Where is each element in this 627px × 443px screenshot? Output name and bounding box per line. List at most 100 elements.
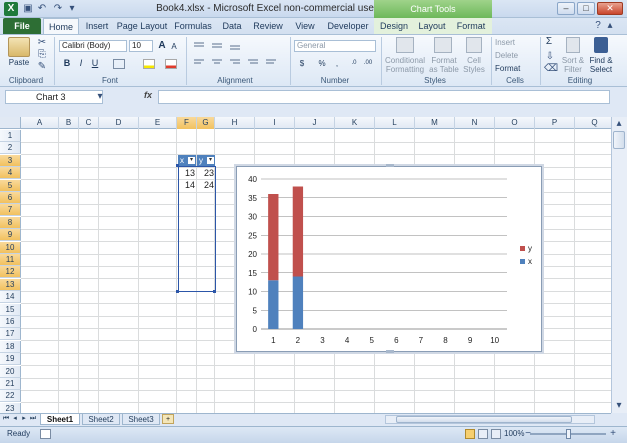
- row-header-1[interactable]: 1: [0, 130, 21, 142]
- table-resize-handle[interactable]: [176, 290, 179, 293]
- sheet-tab-sheet3[interactable]: Sheet3: [122, 414, 160, 425]
- maximize-button[interactable]: □: [577, 2, 595, 15]
- column-header-g[interactable]: G: [197, 117, 215, 129]
- row-header-19[interactable]: 19: [0, 353, 21, 366]
- filter-dropdown-icon[interactable]: ▾: [188, 157, 195, 164]
- close-button[interactable]: ✕: [597, 2, 623, 15]
- italic-button[interactable]: I: [76, 59, 86, 68]
- paste-icon[interactable]: [8, 37, 30, 57]
- table-cell[interactable]: 13: [178, 167, 195, 179]
- table-resize-handle[interactable]: [213, 290, 216, 293]
- minimize-button[interactable]: –: [557, 2, 575, 15]
- row-header-20[interactable]: 20: [0, 365, 21, 378]
- column-header-n[interactable]: N: [455, 117, 495, 129]
- font-color-icon[interactable]: [165, 59, 177, 69]
- column-header-k[interactable]: K: [335, 117, 375, 129]
- column-header-p[interactable]: P: [535, 117, 575, 129]
- find-select-button[interactable]: Find & Select: [588, 56, 614, 74]
- comma-style-button[interactable]: ,: [332, 59, 342, 68]
- table-header-x[interactable]: x ▾: [178, 155, 196, 166]
- normal-view-icon[interactable]: [465, 429, 475, 439]
- redo-icon[interactable]: ↷: [52, 3, 64, 15]
- filter-dropdown-icon[interactable]: ▾: [207, 157, 214, 164]
- sheet-tab-sheet1[interactable]: Sheet1: [40, 414, 80, 425]
- zoom-slider-thumb[interactable]: [566, 429, 571, 439]
- tab-formulas[interactable]: Formulas: [172, 18, 214, 34]
- row-header-3[interactable]: 3: [0, 154, 21, 167]
- format-painter-icon[interactable]: ✎: [36, 61, 48, 73]
- row-header-21[interactable]: 21: [0, 378, 21, 390]
- ribbon-min-icon[interactable]: ▴: [604, 20, 616, 32]
- sort-filter-button[interactable]: Sort & Filter: [560, 56, 586, 74]
- tab-developer[interactable]: Developer: [324, 18, 372, 34]
- tab-insert[interactable]: Insert: [82, 18, 112, 34]
- table-cell[interactable]: 23: [197, 167, 214, 179]
- column-header-l[interactable]: L: [375, 117, 415, 129]
- row-header-8[interactable]: 8: [0, 216, 21, 229]
- scroll-down-icon[interactable]: ▾: [613, 400, 625, 412]
- tab-layout[interactable]: Layout: [416, 18, 448, 34]
- tab-view[interactable]: View: [290, 18, 320, 34]
- decrease-decimal-icon[interactable]: .00: [362, 59, 374, 68]
- insert-cells-button[interactable]: Insert: [495, 38, 535, 47]
- chart-resize-handle[interactable]: [386, 164, 394, 167]
- sort-filter-icon[interactable]: [566, 37, 580, 53]
- macro-record-icon[interactable]: [40, 429, 51, 439]
- last-sheet-icon[interactable]: ⏭: [29, 414, 37, 424]
- tab-design[interactable]: Design: [378, 18, 410, 34]
- column-header-h[interactable]: H: [215, 117, 255, 129]
- sheet-tab-sheet2[interactable]: Sheet2: [82, 414, 120, 425]
- table-cell[interactable]: 14: [178, 179, 195, 191]
- column-header-c[interactable]: C: [79, 117, 99, 129]
- format-as-table-icon[interactable]: [434, 37, 452, 53]
- formula-input[interactable]: [158, 90, 610, 104]
- help-icon[interactable]: ?: [592, 20, 604, 32]
- next-sheet-icon[interactable]: ▸: [20, 414, 28, 424]
- tab-file[interactable]: File: [3, 18, 41, 34]
- underline-button[interactable]: U: [90, 59, 100, 68]
- tab-home[interactable]: Home: [43, 18, 79, 34]
- first-sheet-icon[interactable]: ⏮: [2, 414, 10, 424]
- prev-sheet-icon[interactable]: ◂: [11, 414, 19, 424]
- column-header-m[interactable]: M: [415, 117, 455, 129]
- tab-page-layout[interactable]: Page Layout: [115, 18, 169, 34]
- row-header-11[interactable]: 11: [0, 254, 21, 266]
- row-header-4[interactable]: 4: [0, 167, 21, 180]
- column-header-i[interactable]: I: [255, 117, 295, 129]
- column-header-j[interactable]: J: [295, 117, 335, 129]
- row-header-12[interactable]: 12: [0, 266, 21, 279]
- row-header-9[interactable]: 9: [0, 229, 21, 242]
- chart-3[interactable]: 0 5 10 15 20 25 30 35 40 1 2 3 4 5 6 7 8 9 10 y x: [236, 166, 542, 352]
- format-as-table-button[interactable]: Format as Table: [428, 56, 460, 74]
- column-header-d[interactable]: D: [99, 117, 139, 129]
- row-header-18[interactable]: 18: [0, 340, 21, 353]
- bold-button[interactable]: B: [62, 59, 72, 68]
- tab-data[interactable]: Data: [218, 18, 246, 34]
- column-header-b[interactable]: B: [59, 117, 79, 129]
- row-header-14[interactable]: 14: [0, 291, 21, 304]
- grow-font-button[interactable]: A: [157, 41, 167, 51]
- scroll-up-icon[interactable]: ▴: [613, 118, 625, 130]
- row-header-16[interactable]: 16: [0, 316, 21, 328]
- row-header-7[interactable]: 7: [0, 204, 21, 217]
- fill-color-icon[interactable]: [143, 59, 155, 69]
- font-size-combo[interactable]: 10: [129, 40, 153, 52]
- clear-icon[interactable]: ⌫: [544, 63, 558, 75]
- select-all-button[interactable]: [0, 117, 21, 129]
- table-cell[interactable]: 24: [197, 179, 214, 191]
- alignment-buttons[interactable]: [192, 40, 286, 68]
- tab-format[interactable]: Format: [454, 18, 488, 34]
- conditional-formatting-icon[interactable]: [396, 37, 414, 53]
- font-name-combo[interactable]: Calibri (Body): [59, 40, 127, 52]
- cut-icon[interactable]: ✂: [36, 37, 48, 49]
- currency-button[interactable]: $: [297, 59, 307, 68]
- paste-button[interactable]: Paste: [6, 58, 32, 67]
- insert-sheet-icon[interactable]: +: [162, 414, 174, 424]
- vertical-scrollbar[interactable]: [611, 117, 627, 413]
- row-header-2[interactable]: 2: [0, 142, 21, 155]
- insert-function-button[interactable]: fx: [144, 90, 156, 100]
- name-box[interactable]: Chart 3: [5, 90, 103, 104]
- number-format-combo[interactable]: General: [294, 40, 376, 52]
- column-header-q[interactable]: Q: [575, 117, 615, 129]
- excel-app-icon[interactable]: X: [4, 2, 18, 16]
